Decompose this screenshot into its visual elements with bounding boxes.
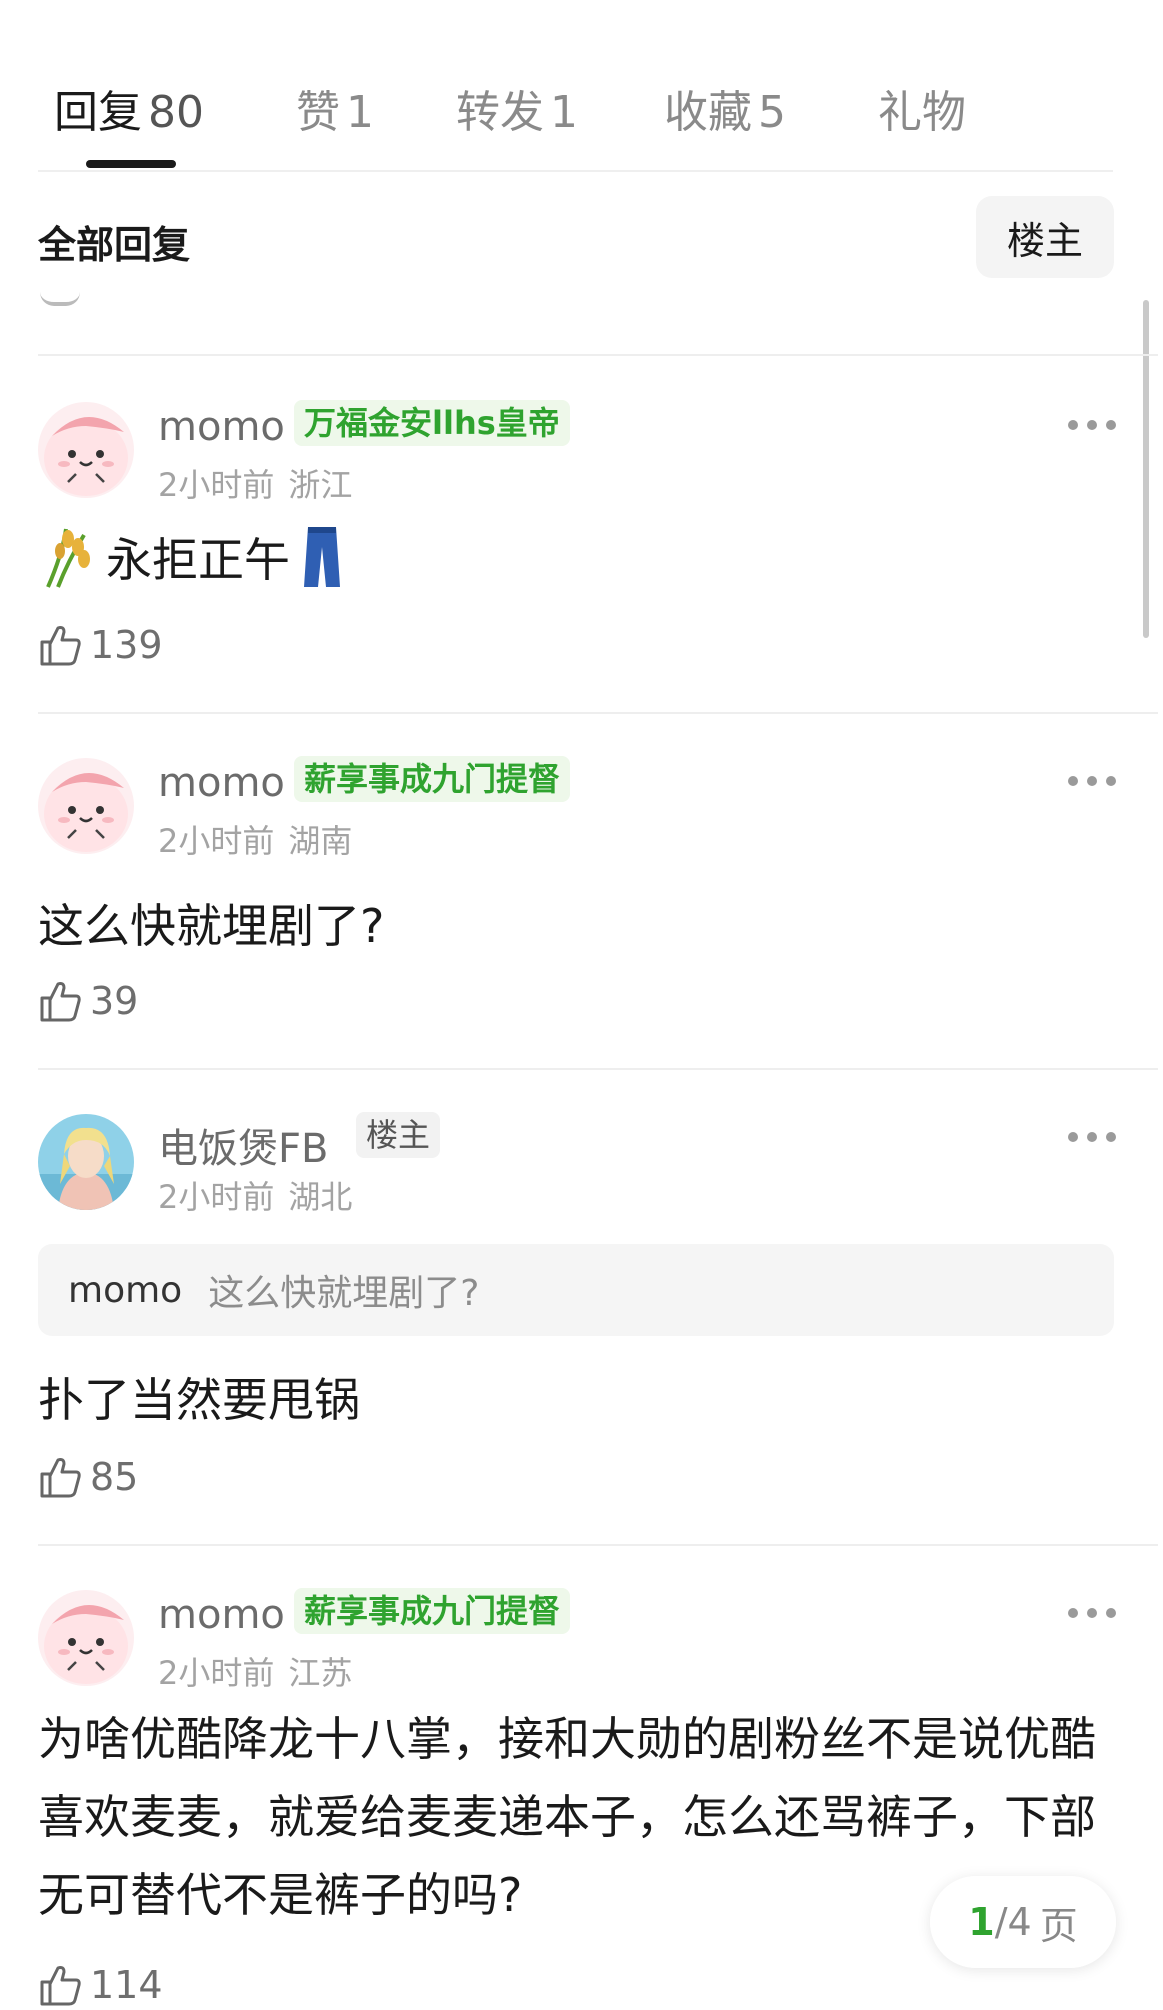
divider [38,1544,1158,1546]
tab-likes[interactable]: 赞1 [296,76,374,140]
tab-count: 1 [346,87,374,138]
comment-text: 扑了当然要甩锅 [38,1373,360,1427]
username[interactable]: momo [158,1592,285,1638]
fan-badge[interactable]: 薪享事成九门提督 [294,756,571,802]
username[interactable]: momo [158,760,285,806]
pink-blob-avatar-icon [38,402,134,498]
tab-label: 收藏 [664,87,752,138]
tab-label: 礼物 [878,87,966,138]
comment-body: 永拒正午 [38,524,342,590]
avatar[interactable] [38,402,134,498]
more-options-icon[interactable] [1068,1130,1116,1144]
like-button[interactable]: 85 [38,1452,138,1502]
username[interactable]: 电饭煲FB [158,1116,328,1174]
quoted-reply[interactable]: momo 这么快就埋剧了? [38,1244,1114,1336]
location: 江苏 [288,1654,353,1692]
divider [38,354,1158,356]
owner-badge: 楼主 [356,1112,441,1158]
tab-bar: 回复 80 赞1 转发 1 收藏 5 礼物 [0,0,1163,172]
page-unit: 页 [1039,1903,1078,1948]
jeans-emoji-icon [304,527,340,587]
scrollbar[interactable] [1143,300,1149,638]
like-button[interactable]: 114 [38,1960,163,2010]
comment-meta: 2小时前 湖北 [158,1172,352,1218]
avatar[interactable] [38,1114,134,1210]
timestamp: 2小时前 [158,466,275,504]
avatar[interactable] [38,1590,134,1686]
thumbs-up-icon [40,982,81,1022]
current-page: 1 [968,1900,995,1944]
pink-blob-avatar-icon [38,1590,134,1686]
username[interactable]: momo [158,404,285,450]
avatar[interactable] [38,758,134,854]
partial-emoji-icon [40,292,80,306]
tab-count: 80 [148,87,204,138]
page-indicator[interactable]: 1/4 页 [930,1876,1116,1968]
tab-label: 回复 [54,87,142,138]
all-replies-title: 全部回复 [38,223,191,267]
tab-favorites[interactable]: 收藏 5 [664,76,786,140]
like-count: 39 [90,979,139,1023]
thumbs-up-icon [40,1966,81,2006]
timestamp: 2小时前 [158,1654,275,1692]
like-count: 114 [90,1963,163,2007]
quoted-text: 这么快就埋剧了? [208,1273,480,1314]
comment-meta: 2小时前 浙江 [158,460,352,506]
divider [38,712,1158,714]
pink-blob-avatar-icon [38,758,134,854]
divider [38,1068,1158,1070]
thumbs-up-icon [40,626,81,666]
like-count: 139 [90,623,163,667]
more-options-icon[interactable] [1068,774,1116,788]
comment-meta: 2小时前 湖南 [158,816,352,862]
more-options-icon[interactable] [1068,418,1116,432]
like-count: 85 [90,1455,139,1499]
tab-label: 赞 [296,87,340,138]
tab-count: 1 [550,87,578,138]
location: 湖北 [288,1178,353,1216]
comment-text: 永拒正午 [106,533,290,587]
timestamp: 2小时前 [158,1178,275,1216]
total-pages: /4 [994,1900,1032,1944]
tab-replies[interactable]: 回复 80 [54,76,204,140]
fan-badge[interactable]: 万福金安llhs皇帝 [294,400,570,446]
tab-count: 5 [758,87,786,138]
owner-only-button[interactable]: 楼主 [976,196,1114,278]
location: 湖南 [288,822,353,860]
like-button[interactable]: 39 [38,976,138,1026]
rice-ear-emoji-icon [46,528,90,588]
fan-badge[interactable]: 薪享事成九门提督 [294,1588,571,1634]
comment-meta: 2小时前 江苏 [158,1648,352,1694]
location: 浙江 [288,466,353,504]
like-button[interactable]: 139 [38,620,163,670]
anime-character-avatar-icon [38,1114,134,1210]
tab-gifts[interactable]: 礼物 [878,76,966,140]
more-options-icon[interactable] [1068,1606,1116,1620]
timestamp: 2小时前 [158,822,275,860]
quoted-username: momo [68,1269,183,1311]
thumbs-up-icon [40,1458,81,1498]
comment-text: 这么快就埋剧了? [38,899,385,953]
tab-label: 转发 [456,87,544,138]
tab-reposts[interactable]: 转发 1 [456,76,578,140]
active-tab-indicator [86,160,176,168]
divider [38,170,1113,172]
